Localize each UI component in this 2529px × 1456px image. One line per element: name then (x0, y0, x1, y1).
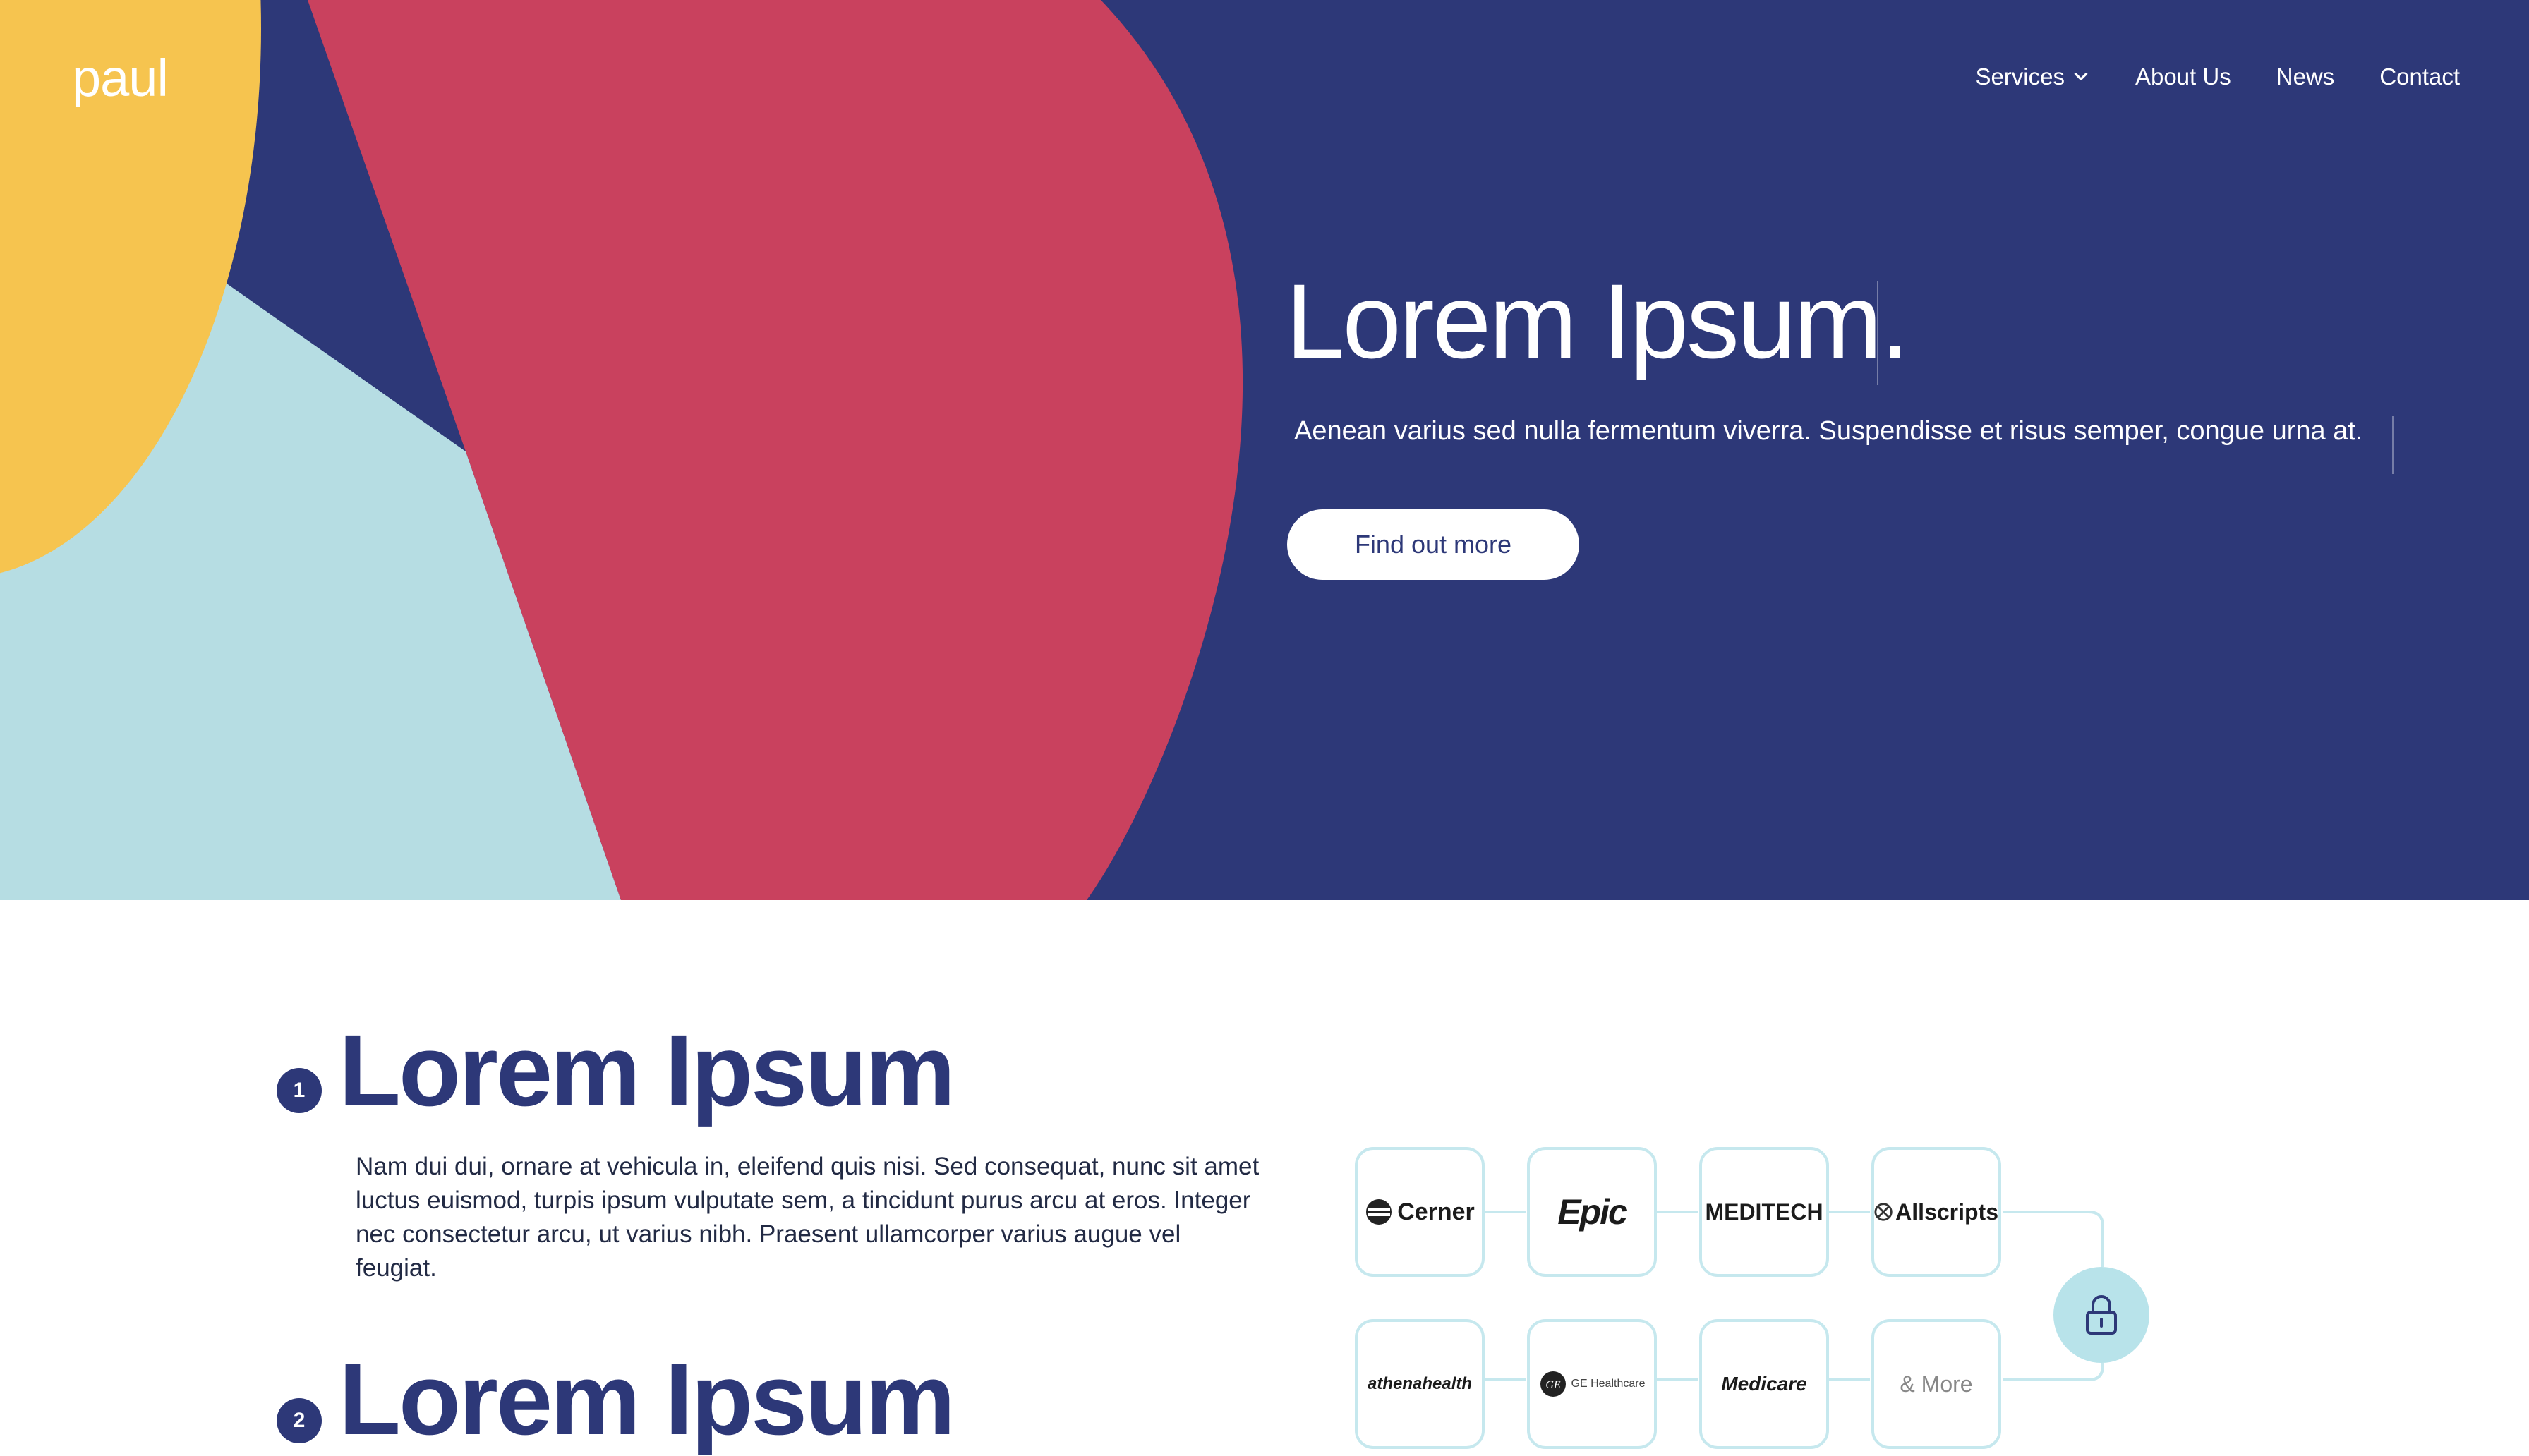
integrations-diagram: Cerner Epic MEDITECH Allscripts athenahe… (1341, 1147, 2187, 1449)
integration-medicare[interactable]: Medicare (1699, 1319, 1829, 1449)
nav-contact[interactable]: Contact (2379, 63, 2460, 90)
hero-decorative-shapes (0, 0, 1243, 900)
integration-epic[interactable]: Epic (1527, 1147, 1657, 1277)
nav-services[interactable]: Services (1975, 63, 2090, 90)
integration-ge-healthcare-label: GE Healthcare (1571, 1378, 1646, 1390)
integration-more-label: & More (1900, 1371, 1973, 1397)
hero-subtitle: Aenean varius sed nulla fermentum viverr… (1294, 416, 2363, 446)
ge-healthcare-logo-icon: GE (1540, 1371, 1566, 1397)
hero-section: paul Services About Us News Contact Lore… (0, 0, 2529, 900)
integration-meditech[interactable]: MEDITECH (1699, 1147, 1829, 1277)
nav-about-us[interactable]: About Us (2135, 63, 2231, 90)
chevron-down-icon (2074, 73, 2088, 80)
step-title: Lorem Ipsum (339, 1342, 955, 1456)
step-number-badge: 2 (277, 1398, 322, 1443)
integration-more[interactable]: & More (1871, 1319, 2001, 1449)
step-number-badge: 1 (277, 1068, 322, 1113)
nav-news[interactable]: News (2276, 63, 2335, 90)
steps-section: 1 Lorem Ipsum Nam dui dui, ornare at veh… (0, 900, 2529, 1450)
integration-ge-healthcare[interactable]: GE GE Healthcare (1527, 1319, 1657, 1449)
main-nav: Services About Us News Contact (1975, 63, 2460, 90)
find-out-more-button[interactable]: Find out more (1287, 509, 1579, 580)
integration-medicare-label: Medicare (1721, 1373, 1807, 1395)
step-title: Lorem Ipsum (339, 1014, 955, 1127)
allscripts-logo-icon (1874, 1203, 1893, 1221)
svg-text:GE: GE (1545, 1379, 1561, 1391)
integration-cerner-label: Cerner (1397, 1198, 1475, 1225)
integration-allscripts[interactable]: Allscripts (1871, 1147, 2001, 1277)
integration-athenahealth-label: athenahealth (1367, 1374, 1473, 1393)
integration-epic-label: Epic (1557, 1192, 1628, 1232)
integration-allscripts-label: Allscripts (1895, 1199, 1998, 1225)
integration-athenahealth[interactable]: athenahealth (1355, 1319, 1485, 1449)
step-body: Nam dui dui, ornare at vehicula in, elei… (356, 1153, 1260, 1282)
integration-meditech-label: MEDITECH (1705, 1199, 1823, 1225)
lock-badge (2053, 1267, 2149, 1363)
logo[interactable]: paul (72, 48, 169, 108)
lock-icon (2086, 1295, 2117, 1335)
nav-services-label: Services (1975, 63, 2065, 90)
integration-cerner[interactable]: Cerner (1355, 1147, 1485, 1277)
cerner-logo-icon (1366, 1199, 1392, 1225)
hero-title: Lorem Ipsum. (1286, 262, 1909, 380)
text-cursor (2392, 416, 2394, 474)
text-cursor (1877, 281, 1878, 385)
